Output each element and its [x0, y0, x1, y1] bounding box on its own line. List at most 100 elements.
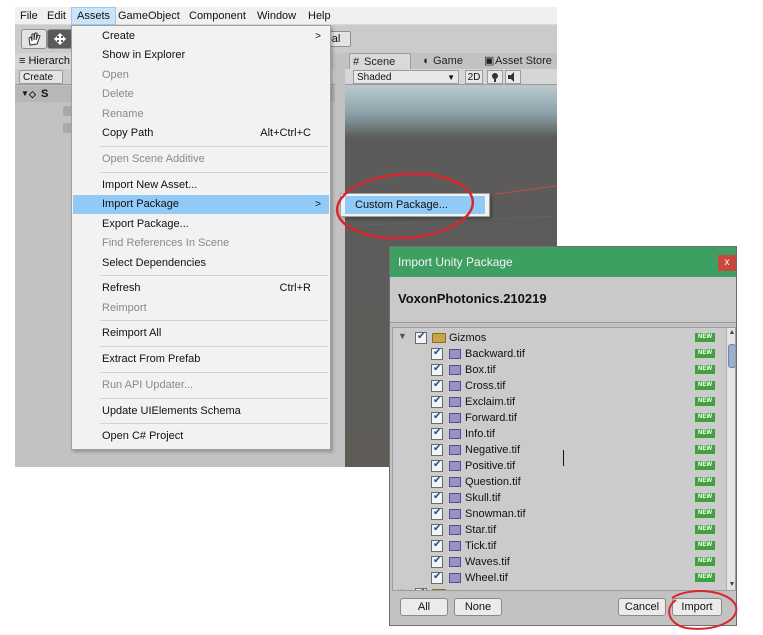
- menu-item-select-dependencies[interactable]: Select Dependencies: [73, 254, 329, 273]
- menu-item-refresh[interactable]: Refresh Ctrl+R: [73, 279, 329, 298]
- menu-item-custom-package[interactable]: Custom Package...: [345, 196, 485, 214]
- menu-item-update-uielements-schema[interactable]: Update UIElements Schema: [73, 402, 329, 421]
- image-file-icon: [449, 477, 461, 487]
- image-file-icon: [449, 557, 461, 567]
- audio-icon[interactable]: [505, 70, 521, 84]
- tree-row-folder[interactable]: ▼ Gizmos NEW: [393, 330, 723, 346]
- file-checkbox[interactable]: [431, 459, 443, 472]
- menu-item-export-package[interactable]: Export Package...: [73, 215, 329, 234]
- menu-item-extract-from-prefab[interactable]: Extract From Prefab: [73, 350, 329, 369]
- tree-row-file[interactable]: Negative.tif NEW: [393, 442, 723, 458]
- file-checkbox[interactable]: [431, 475, 443, 488]
- scroll-down-icon[interactable]: ▼: [727, 580, 735, 590]
- new-badge: NEW: [695, 365, 715, 374]
- menu-file[interactable]: File: [15, 7, 43, 25]
- cancel-button[interactable]: Cancel: [618, 598, 666, 616]
- foldout-arrow-icon[interactable]: ▼: [398, 331, 407, 341]
- menu-item-import-new-asset[interactable]: Import New Asset...: [73, 176, 329, 195]
- file-checkbox[interactable]: [431, 363, 443, 376]
- select-all-button[interactable]: All: [400, 598, 448, 616]
- menu-edit[interactable]: Edit: [42, 7, 71, 25]
- file-checkbox[interactable]: [431, 411, 443, 424]
- tree-row-file[interactable]: Snowman.tif NEW: [393, 506, 723, 522]
- file-label: Tick.tif: [465, 540, 497, 552]
- file-checkbox[interactable]: [431, 379, 443, 392]
- tree-row-file[interactable]: Cross.tif NEW: [393, 378, 723, 394]
- file-checkbox[interactable]: [431, 523, 443, 536]
- file-label: Backward.tif: [465, 348, 525, 360]
- menu-item-copy-path[interactable]: Copy Path Alt+Ctrl+C: [73, 124, 329, 143]
- new-badge: NEW: [695, 573, 715, 582]
- tree-row-file[interactable]: Positive.tif NEW: [393, 458, 723, 474]
- menu-assets[interactable]: Assets: [71, 7, 117, 25]
- new-badge: NEW: [695, 349, 715, 358]
- file-label: Positive.tif: [465, 460, 516, 472]
- menu-help[interactable]: Help: [303, 7, 336, 25]
- image-file-icon: [449, 509, 461, 519]
- file-label: Star.tif: [465, 524, 497, 536]
- menu-item-run-api-updater: Run API Updater...: [102, 379, 194, 391]
- image-file-icon: [449, 349, 461, 359]
- foldout-arrow-icon[interactable]: ▼: [398, 587, 407, 590]
- file-checkbox[interactable]: [431, 571, 443, 584]
- tab-asset-store[interactable]: ▣ Asset Store: [481, 53, 557, 69]
- tree-row-file[interactable]: Info.tif NEW: [393, 426, 723, 442]
- scene-toolbar: Shaded ▼ 2D: [345, 69, 557, 85]
- dialog-title: Import Unity Package: [398, 255, 513, 269]
- tree-row-file[interactable]: Waves.tif NEW: [393, 554, 723, 570]
- tree-row-file[interactable]: Exclaim.tif NEW: [393, 394, 723, 410]
- folder-checkbox[interactable]: [415, 587, 427, 590]
- hand-tool-button[interactable]: [21, 29, 47, 49]
- menu-component[interactable]: Component: [184, 7, 251, 25]
- tree-row-file[interactable]: Box.tif NEW: [393, 362, 723, 378]
- new-badge: NEW: [695, 381, 715, 390]
- create-dropdown[interactable]: Create ▼: [19, 70, 63, 96]
- menu-item-find-references: Find References In Scene: [102, 237, 230, 249]
- menu-gameobject[interactable]: GameObject: [113, 7, 185, 25]
- file-checkbox[interactable]: [431, 507, 443, 520]
- close-button[interactable]: x: [718, 255, 736, 271]
- new-badge: NEW: [695, 509, 715, 518]
- file-list-scrollbar[interactable]: ▲ ▼: [726, 328, 735, 590]
- file-checkbox[interactable]: [431, 427, 443, 440]
- hand-icon: [28, 32, 41, 46]
- file-checkbox[interactable]: [431, 539, 443, 552]
- dialog-header: VoxonPhotonics.210219: [390, 277, 736, 323]
- file-label: Cross.tif: [465, 380, 506, 392]
- tree-row-file[interactable]: Backward.tif NEW: [393, 346, 723, 362]
- shading-mode-dropdown[interactable]: Shaded ▼: [353, 70, 459, 84]
- menu-item-import-package[interactable]: Import Package >: [73, 195, 329, 214]
- tree-row-file[interactable]: Wheel.tif NEW: [393, 570, 723, 586]
- tree-row-next-folder[interactable]: ▼: [393, 586, 723, 590]
- lightbulb-icon[interactable]: [487, 70, 503, 84]
- new-badge: NEW: [695, 461, 715, 470]
- move-tool-button[interactable]: [47, 29, 73, 49]
- select-none-button[interactable]: None: [454, 598, 502, 616]
- file-checkbox[interactable]: [431, 395, 443, 408]
- file-checkbox[interactable]: [431, 347, 443, 360]
- menu-item-show-in-explorer[interactable]: Show in Explorer: [73, 46, 329, 65]
- scroll-up-icon[interactable]: ▲: [727, 328, 735, 338]
- file-checkbox[interactable]: [431, 443, 443, 456]
- import-unity-package-dialog: Import Unity Package x VoxonPhotonics.21…: [389, 246, 737, 626]
- menu-item-create[interactable]: Create >: [73, 27, 329, 46]
- 2d-mode-button[interactable]: 2D: [465, 70, 483, 84]
- tree-row-file[interactable]: Star.tif NEW: [393, 522, 723, 538]
- import-button[interactable]: Import: [672, 598, 722, 616]
- menu-item-reimport-all[interactable]: Reimport All: [73, 324, 329, 343]
- tab-scene[interactable]: # Scene: [349, 53, 411, 69]
- folder-checkbox[interactable]: [415, 331, 427, 344]
- scroll-thumb[interactable]: [728, 344, 735, 368]
- file-checkbox[interactable]: [431, 491, 443, 504]
- menu-item-shortcut: Ctrl+R: [279, 282, 311, 294]
- menu-item-open-csharp-project[interactable]: Open C# Project: [73, 427, 329, 446]
- tree-row-file[interactable]: Question.tif NEW: [393, 474, 723, 490]
- tree-row-file[interactable]: Forward.tif NEW: [393, 410, 723, 426]
- tree-row-file[interactable]: Tick.tif NEW: [393, 538, 723, 554]
- tab-game[interactable]: ◖ Game: [419, 53, 475, 69]
- file-label: Box.tif: [465, 364, 496, 376]
- menu-separator: [100, 372, 328, 373]
- menu-window[interactable]: Window: [252, 7, 301, 25]
- tree-row-file[interactable]: Skull.tif NEW: [393, 490, 723, 506]
- file-checkbox[interactable]: [431, 555, 443, 568]
